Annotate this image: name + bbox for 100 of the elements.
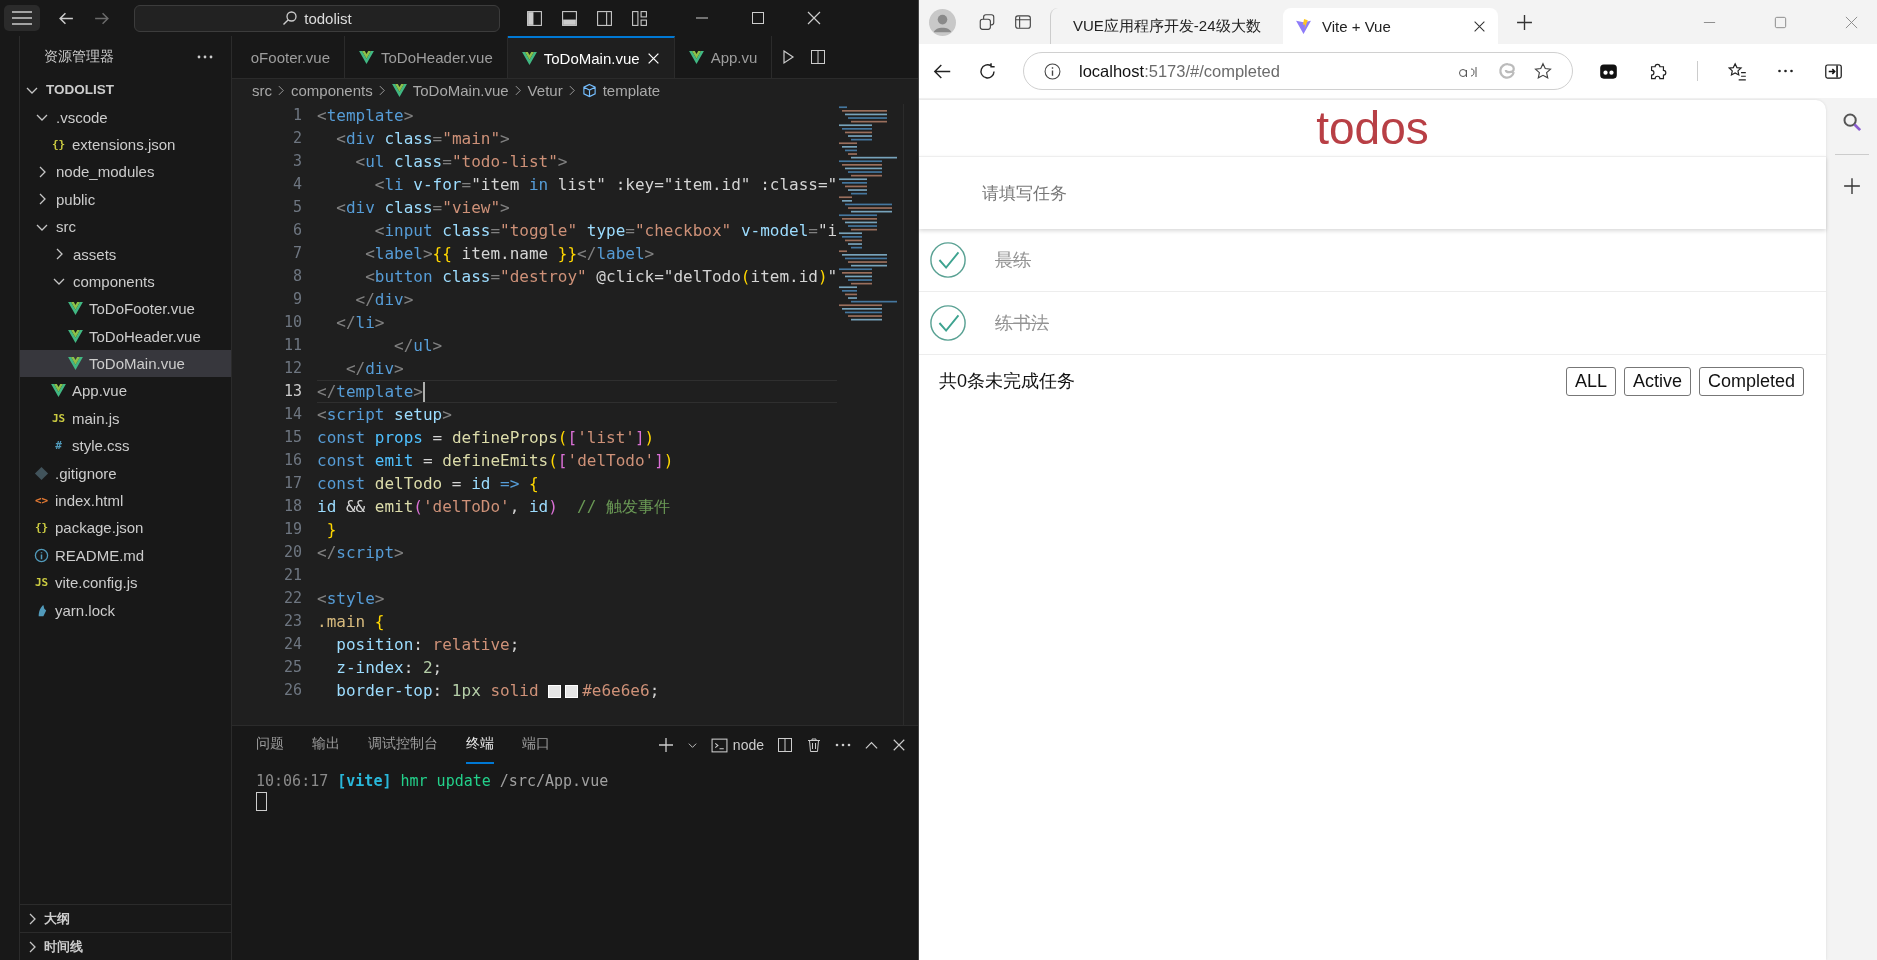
file-tree-item[interactable]: .vscode [20,103,231,131]
code-line: const emit = defineEmits(['delTodo']) [317,450,674,472]
panel-tab[interactable]: 端口 [522,726,550,764]
code-line: <template> [317,105,414,127]
refresh-icon[interactable] [978,61,997,81]
code-line: const delTodo = id => { [317,473,539,495]
customize-layout-icon[interactable] [631,9,648,27]
breadcrumb-item[interactable]: ToDoMain.vue [412,81,509,99]
file-tree-item[interactable]: JS vite.config.js [20,569,231,597]
checked-circle-icon[interactable] [929,304,967,342]
file-tree-item[interactable]: node_modules [20,158,231,186]
split-terminal-icon[interactable] [777,737,793,753]
editor-tab[interactable]: App.vu [674,36,773,78]
line-number: 7 [291,243,302,264]
maximize-icon[interactable] [750,10,766,26]
toggle-sidebar-icon[interactable] [526,9,543,27]
terminal-selector[interactable]: node [710,736,764,754]
terminal-line: 10:06:17 [vite] hmr update /src/App.vue [256,772,609,790]
breadcrumb-item[interactable]: components [291,81,373,99]
tab-actions-icon[interactable] [1014,13,1032,31]
editor-tab[interactable]: ToDoHeader.vue [345,36,508,78]
todo-text: 练书法 [995,312,1049,335]
search-icon [282,10,299,26]
file-name: src [56,218,76,236]
star-icon[interactable] [1534,62,1552,80]
file-tree-item[interactable]: public [20,185,231,213]
more-icon[interactable] [835,743,851,747]
code-line: </template> [317,381,423,403]
chevron-right-icon [568,84,576,96]
panel-tab[interactable]: 问题 [256,726,284,764]
file-name: index.html [55,492,124,510]
section-header[interactable]: 大纲 [20,904,231,932]
profile-avatar-icon[interactable] [929,8,956,36]
workspaces-icon[interactable] [978,13,996,31]
file-tree-item[interactable]: ToDoMain.vue [20,349,231,378]
line-number: 13 [282,381,302,402]
file-tree-item[interactable]: # style.css [20,432,231,460]
code-line: id && emit('delToDo', id) // 触发事件 [317,496,670,518]
project-root-item[interactable]: TODOLIST [20,76,231,104]
app-title: todos [1315,101,1430,156]
line-number: 6 [291,220,302,241]
trash-icon[interactable] [806,737,822,753]
new-todo-field[interactable]: 请填写任务 [919,156,1826,229]
file-tree-item[interactable]: App.vue [20,377,231,405]
file-tree-item[interactable]: <> index.html [20,486,231,515]
code-line: </li> [335,312,385,334]
menu-icon [12,11,32,25]
new-tab-icon[interactable] [1516,13,1533,31]
filter-button[interactable]: Completed [1698,366,1804,396]
more-icon[interactable] [197,55,213,59]
editor-tab[interactable]: oFooter.vue [232,36,345,78]
file-tree-item[interactable]: JS main.js [20,404,231,433]
menu-button[interactable] [4,5,40,31]
file-tree-item[interactable]: README.md [20,541,231,570]
file-tree-item[interactable]: .gitignore [20,459,231,487]
filter-button[interactable]: Active [1623,366,1691,396]
file-tree-item[interactable]: components [20,267,231,296]
command-search-field[interactable]: todolist [134,4,500,32]
extension-icon[interactable] [1599,61,1618,81]
breadcrumb-item[interactable]: src [252,81,272,99]
file-name: ToDoHeader.vue [89,327,201,345]
browser-tab[interactable]: Vite + Vue [1283,8,1498,44]
file-tree-item[interactable]: ToDoHeader.vue [20,322,231,350]
code-line: const props = defineProps(['list']) [317,427,655,449]
puzzle-icon[interactable] [1648,61,1667,81]
chevron-right-icon [278,84,285,96]
favorites-icon[interactable] [1728,61,1747,81]
code-line: <input class="toggle" type="checkbox" v-model="i [373,220,837,242]
toggle-panel-icon[interactable] [561,9,578,27]
tab-title: VUE应用程序开发-24级大数 [1073,16,1261,36]
sidebar-toggle-icon[interactable] [1824,61,1843,81]
file-tree-item[interactable]: yarn.lock [20,596,231,624]
line-number: 10 [282,312,302,333]
panel-tab[interactable]: 终端 [466,726,494,764]
file-tree-item[interactable]: {} package.json [20,514,231,542]
breadcrumb-item[interactable]: template [602,81,661,99]
file-name: main.js [72,409,120,427]
plus-icon[interactable] [1842,177,1861,195]
line-number: 8 [291,266,302,287]
file-tree-item[interactable]: src [20,212,231,241]
checked-circle-icon[interactable] [929,241,967,279]
code-line: z-index: 2; [335,657,443,679]
close-icon[interactable] [1473,19,1486,33]
panel-tab[interactable]: 调试控制台 [368,726,438,764]
split-editor-icon[interactable] [810,49,827,65]
panel-tab[interactable]: 输出 [312,726,340,764]
search-icon[interactable] [1841,112,1862,132]
editor-tab[interactable]: ToDoMain.vue [507,36,675,78]
chevron-right-icon [378,84,386,96]
file-tree-item[interactable]: ToDoFooter.vue [20,295,231,323]
filter-button[interactable]: ALL [1565,366,1616,396]
info-icon [34,547,49,563]
breadcrumb-item[interactable]: Vetur [527,81,563,99]
toggle-secondary-sidebar-icon[interactable] [596,9,613,27]
code-line: </div> [344,358,404,380]
file-tree-item[interactable]: {} extensions.json [20,130,231,159]
more-icon[interactable] [1777,69,1794,73]
section-header[interactable]: 时间线 [20,932,231,960]
line-number: 11 [282,335,302,356]
file-tree-item[interactable]: assets [20,240,231,268]
